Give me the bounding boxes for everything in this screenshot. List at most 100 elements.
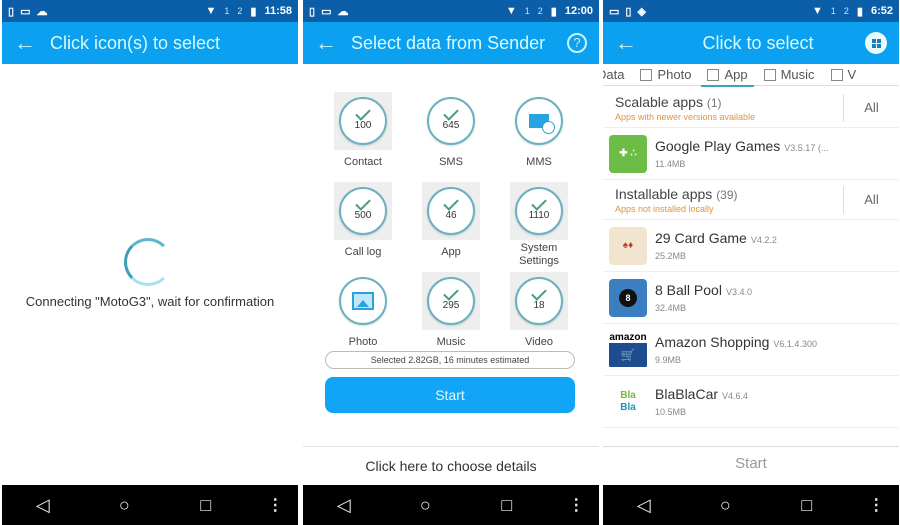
category-system-settings[interactable]: 1110 System Settings <box>495 182 583 268</box>
list-item[interactable]: ♠♦ 29 Card Game V4.2.2 25.2MB <box>603 220 899 272</box>
list-item[interactable]: 8 8 Ball Pool V3.4.0 32.4MB <box>603 272 899 324</box>
blablacar-icon: Bla Bla <box>609 382 647 421</box>
category-call-log[interactable]: 500 Call log <box>319 182 407 268</box>
category-music[interactable]: 295 Music <box>407 272 495 358</box>
nav-menu-button[interactable]: ⋮ <box>568 495 584 515</box>
nav-home-button[interactable]: ○ <box>405 495 445 516</box>
nav-back-button[interactable]: ◁ <box>624 495 664 516</box>
page-title: Click to select <box>702 32 814 53</box>
category-count: 18 <box>533 300 545 311</box>
select-all-button[interactable]: All <box>843 93 899 122</box>
nav-home-button[interactable]: ○ <box>705 495 745 516</box>
category-contact[interactable]: 100 Contact <box>319 92 407 178</box>
back-arrow-icon[interactable]: ← <box>615 30 651 56</box>
tab-label: Photo <box>657 67 692 82</box>
back-arrow-icon[interactable]: ← <box>315 30 351 56</box>
checkbox[interactable] <box>830 68 843 81</box>
app-bar: ← Click icon(s) to select <box>2 22 298 64</box>
status-bar: ▯ ▭ ☁ ▼ 1 2 ▮ 11:58 <box>2 0 298 22</box>
check-icon <box>443 195 459 211</box>
category-label: Music <box>436 336 466 348</box>
category-label: Video <box>525 336 553 348</box>
nav-home-button[interactable]: ○ <box>104 495 144 516</box>
check-icon <box>443 105 459 121</box>
grid-view-icon[interactable] <box>865 32 887 54</box>
phone-icon: ▯ <box>309 5 316 18</box>
phone-icon: ▯ <box>8 5 15 18</box>
wifi-icon: ▼ <box>811 5 823 17</box>
category-sms[interactable]: 645 SMS <box>407 92 495 178</box>
back-arrow-icon[interactable]: ← <box>14 30 50 56</box>
app-size: 25.2MB <box>655 251 687 261</box>
category-video[interactable]: 18 Video <box>495 272 583 358</box>
photo-icon <box>352 292 374 310</box>
wifi-icon: ▼ <box>205 5 217 17</box>
section-count: (39) <box>716 187 738 202</box>
mms-icon <box>529 114 555 134</box>
loading-spinner <box>124 238 172 286</box>
battery-icon: ▮ <box>550 5 557 18</box>
checkbox[interactable] <box>763 68 776 81</box>
phone-icon: ▯ <box>625 5 632 18</box>
category-count: 100 <box>354 120 372 131</box>
list-item[interactable]: Bla Bla BlaBlaCar V4.6.4 10.5MB <box>603 376 899 428</box>
category-label: App <box>441 246 461 258</box>
section-subtitle: Apps with newer versions available <box>615 111 756 122</box>
pool-ball-icon: 8 <box>609 278 647 317</box>
checkbox[interactable] <box>707 68 720 81</box>
category-app[interactable]: 46 App <box>407 182 495 268</box>
category-count: 295 <box>442 300 460 311</box>
selected-summary: Selected 2.82GB, 16 minutes estimated <box>325 351 575 369</box>
clock: 11:58 <box>264 5 292 17</box>
tab-music[interactable]: Music <box>756 64 823 86</box>
clock: 12:00 <box>564 5 593 17</box>
nav-menu-button[interactable]: ⋮ <box>868 495 884 515</box>
tab-video[interactable]: V <box>823 64 865 86</box>
nav-back-button[interactable]: ◁ <box>324 495 364 516</box>
start-button[interactable]: Start <box>325 377 575 413</box>
section-subtitle: Apps not installed locally <box>615 203 714 214</box>
category-tabs: Data Photo App Music V <box>603 64 899 87</box>
phone-screen-app-list: ▭ ▯ ◈ ▼ 12 ▮ 6:52 ← Click to select Data Phot… <box>603 0 899 525</box>
category-label: Call log <box>344 246 382 258</box>
nav-menu-button[interactable]: ⋮ <box>267 495 283 515</box>
section-title: Scalable apps <box>615 93 703 110</box>
section-header-scalable: Scalable apps (1) Apps with newer versio… <box>603 88 899 128</box>
tab-label: Music <box>780 67 815 82</box>
app-notification-icon: ◈ <box>637 5 646 18</box>
category-label: System Settings <box>519 242 559 267</box>
tab-app[interactable]: App <box>699 64 755 87</box>
select-all-button[interactable]: All <box>843 185 899 214</box>
choose-details-link[interactable]: Click here to choose details <box>303 458 599 474</box>
list-item[interactable]: ✚ ∴ Google Play Games V3.5.17 (... 11.4MB <box>603 128 899 180</box>
tab-photo[interactable]: Photo <box>632 64 699 86</box>
battery-icon: ▮ <box>250 5 257 18</box>
check-icon <box>531 285 547 301</box>
nav-recents-button[interactable]: □ <box>787 495 827 516</box>
divider <box>303 446 599 447</box>
category-count: 1110 <box>528 210 550 221</box>
phone-screen-select-data: ▯ ▭ ☁ ▼ 1 2 ▮ 12:00 ← Select data from Sender … <box>303 0 599 525</box>
nav-bar: ◁ ○ □ ⋮ <box>303 485 599 525</box>
app-size: 9.9MB <box>655 355 682 365</box>
start-button[interactable]: Start <box>603 455 899 472</box>
help-icon[interactable]: ? <box>567 33 587 53</box>
list-item[interactable]: amazon 🛒 Amazon Shopping V6.1.4.300 9.9MB <box>603 324 899 376</box>
app-name: 29 Card Game <box>655 230 747 246</box>
category-photo[interactable]: Photo <box>319 272 407 358</box>
category-count: 645 <box>442 120 460 131</box>
google-play-games-icon: ✚ ∴ <box>609 134 647 173</box>
status-bar: ▭ ▯ ◈ ▼ 1 2 ▮ 6:52 <box>603 0 899 22</box>
signal-sim1: 1 <box>524 6 530 16</box>
tab-data[interactable]: Data <box>603 64 632 86</box>
nav-recents-button[interactable]: □ <box>487 495 527 516</box>
nav-recents-button[interactable]: □ <box>186 495 226 516</box>
category-grid: 100 Contact 645 SMS MMS 500 Call log 46 … <box>319 92 583 358</box>
category-label: MMS <box>526 156 552 168</box>
tab-label: Data <box>603 67 625 82</box>
image-icon: ▭ <box>321 5 332 18</box>
app-version: V3.5.17 (... <box>784 143 829 153</box>
nav-back-button[interactable]: ◁ <box>23 495 63 516</box>
checkbox[interactable] <box>640 68 653 81</box>
category-mms[interactable]: MMS <box>495 92 583 178</box>
